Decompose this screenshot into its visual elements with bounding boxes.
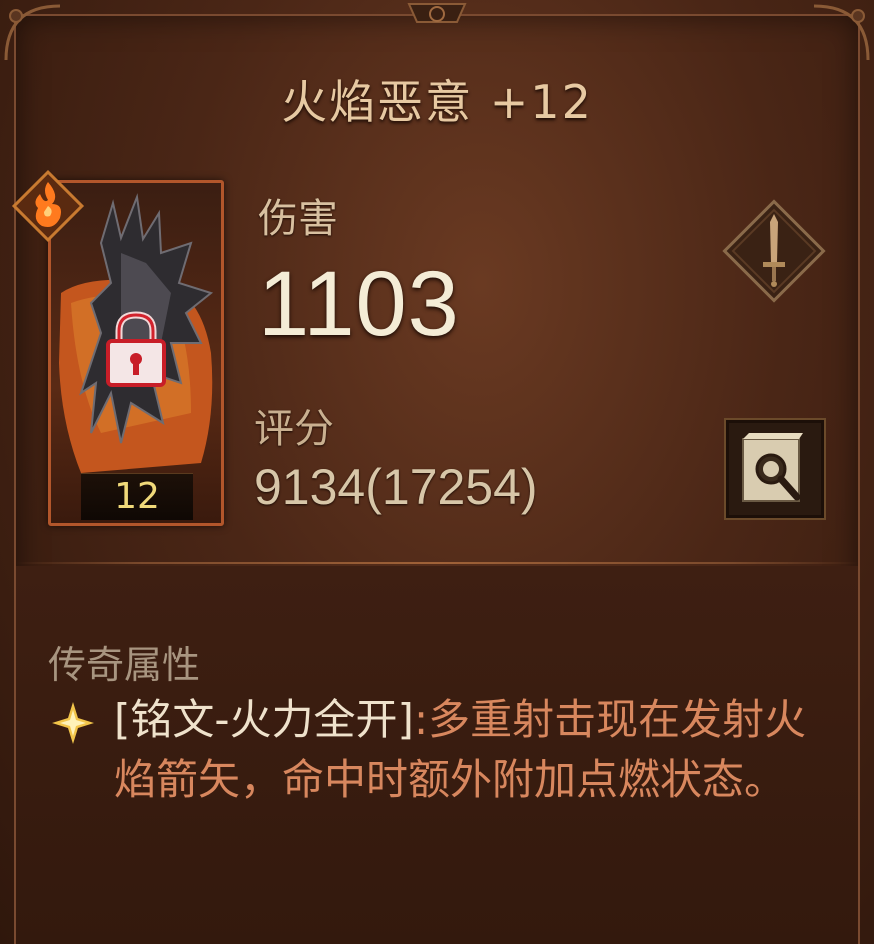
- item-level: 12: [81, 473, 193, 520]
- score-value: 9134(17254): [254, 459, 538, 515]
- damage-value: 1103: [258, 253, 460, 355]
- fire-class-icon: [11, 169, 85, 243]
- inspect-button[interactable]: [726, 420, 824, 518]
- score-label: 评分: [254, 406, 334, 452]
- damage-label: 伤害: [258, 196, 338, 242]
- section-divider: [16, 562, 858, 564]
- sword-icon[interactable]: [715, 192, 833, 310]
- corner-ornament-top-left: [4, 4, 61, 61]
- legendary-section-label: 传奇属性: [48, 643, 201, 687]
- inspect-icon: [742, 433, 803, 502]
- legendary-affix: [铭文-火力全开]:多重射击现在发射火焰箭矢，命中时额外附加点燃状态。: [114, 690, 814, 810]
- lock-icon: [106, 311, 166, 387]
- top-ornament: [407, 3, 467, 23]
- item-title: 火焰恶意 +12: [281, 75, 593, 129]
- corner-ornament-top-right: [813, 4, 870, 61]
- item-tooltip-panel: 火焰恶意 +12 12 伤害 1103 评分 9134(17254) 传奇属性 …: [0, 0, 874, 944]
- legendary-affix-name: [铭文-火力全开]: [114, 695, 414, 744]
- star-icon: [52, 702, 94, 744]
